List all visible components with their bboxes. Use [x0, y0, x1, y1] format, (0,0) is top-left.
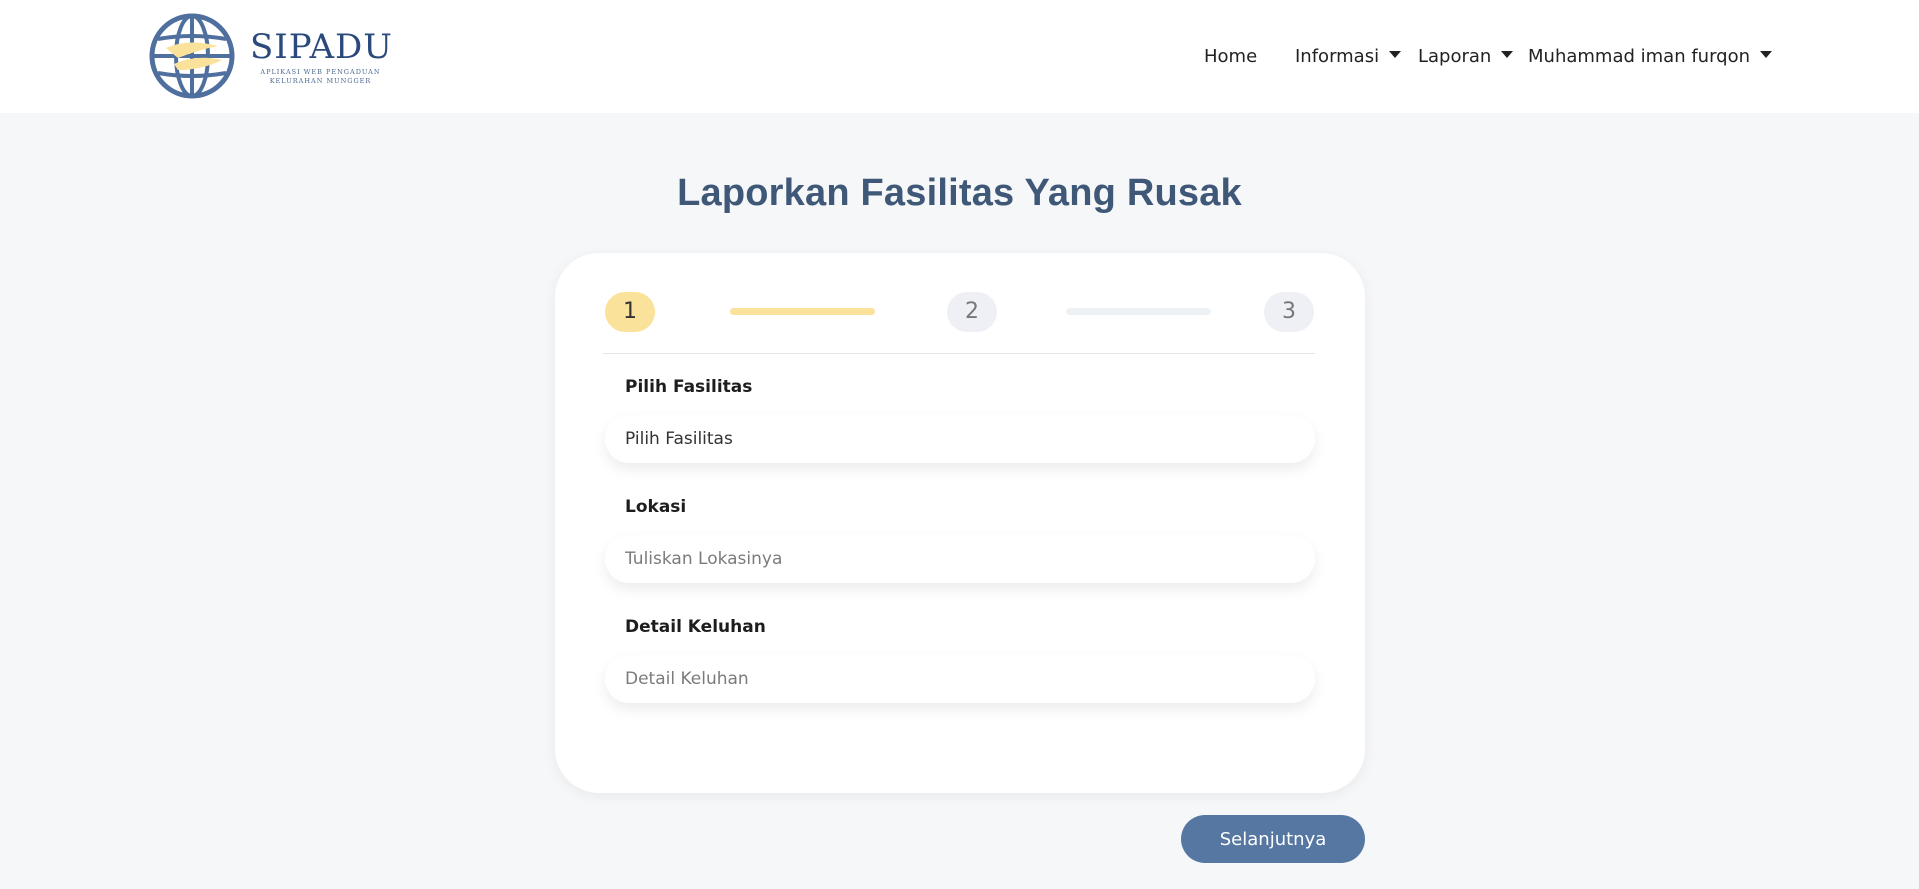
brand-tagline: APLIKASI WEB PENGADUAN KELURAHAN MUNGGER — [260, 68, 381, 85]
nav-informasi-label: Informasi — [1295, 46, 1380, 67]
step-3-indicator: 3 — [1264, 292, 1314, 332]
caret-down-icon — [1389, 51, 1402, 58]
keluhan-input[interactable] — [605, 655, 1315, 703]
nav-informasi-dropdown[interactable]: Informasi — [1295, 44, 1402, 70]
step-progress-bar-1 — [730, 308, 875, 315]
fasilitas-label: Pilih Fasilitas — [625, 377, 753, 397]
nav-home[interactable]: Home — [1204, 44, 1257, 70]
report-form-card: 1 2 3 Pilih Fasilitas Pilih Fasilitas Lo… — [555, 253, 1365, 793]
caret-down-icon — [1760, 51, 1772, 58]
navbar: SIPADU APLIKASI WEB PENGADUAN KELURAHAN … — [0, 0, 1919, 113]
nav-user-dropdown[interactable]: Muhammad iman furqon — [1528, 44, 1772, 70]
stepper-divider — [603, 353, 1315, 354]
step-1-indicator: 1 — [605, 292, 655, 332]
nav-home-label: Home — [1204, 46, 1258, 67]
page-title: Laporkan Fasilitas Yang Rusak — [677, 172, 1242, 214]
lokasi-label: Lokasi — [625, 497, 687, 517]
fasilitas-select[interactable]: Pilih Fasilitas — [605, 415, 1315, 463]
next-button[interactable]: Selanjutnya — [1181, 815, 1365, 863]
keluhan-label: Detail Keluhan — [625, 617, 766, 637]
lokasi-input[interactable] — [605, 535, 1315, 583]
step-progress-bar-2 — [1066, 308, 1211, 315]
step-2-indicator: 2 — [947, 292, 997, 332]
nav-laporan-dropdown[interactable]: Laporan — [1418, 44, 1514, 70]
nav-user-label: Muhammad iman furqon — [1528, 46, 1750, 67]
caret-down-icon — [1501, 51, 1514, 58]
nav-laporan-label: Laporan — [1418, 46, 1492, 67]
main-nav: Home Informasi Laporan Muhammad iman fur… — [0, 44, 1919, 70]
